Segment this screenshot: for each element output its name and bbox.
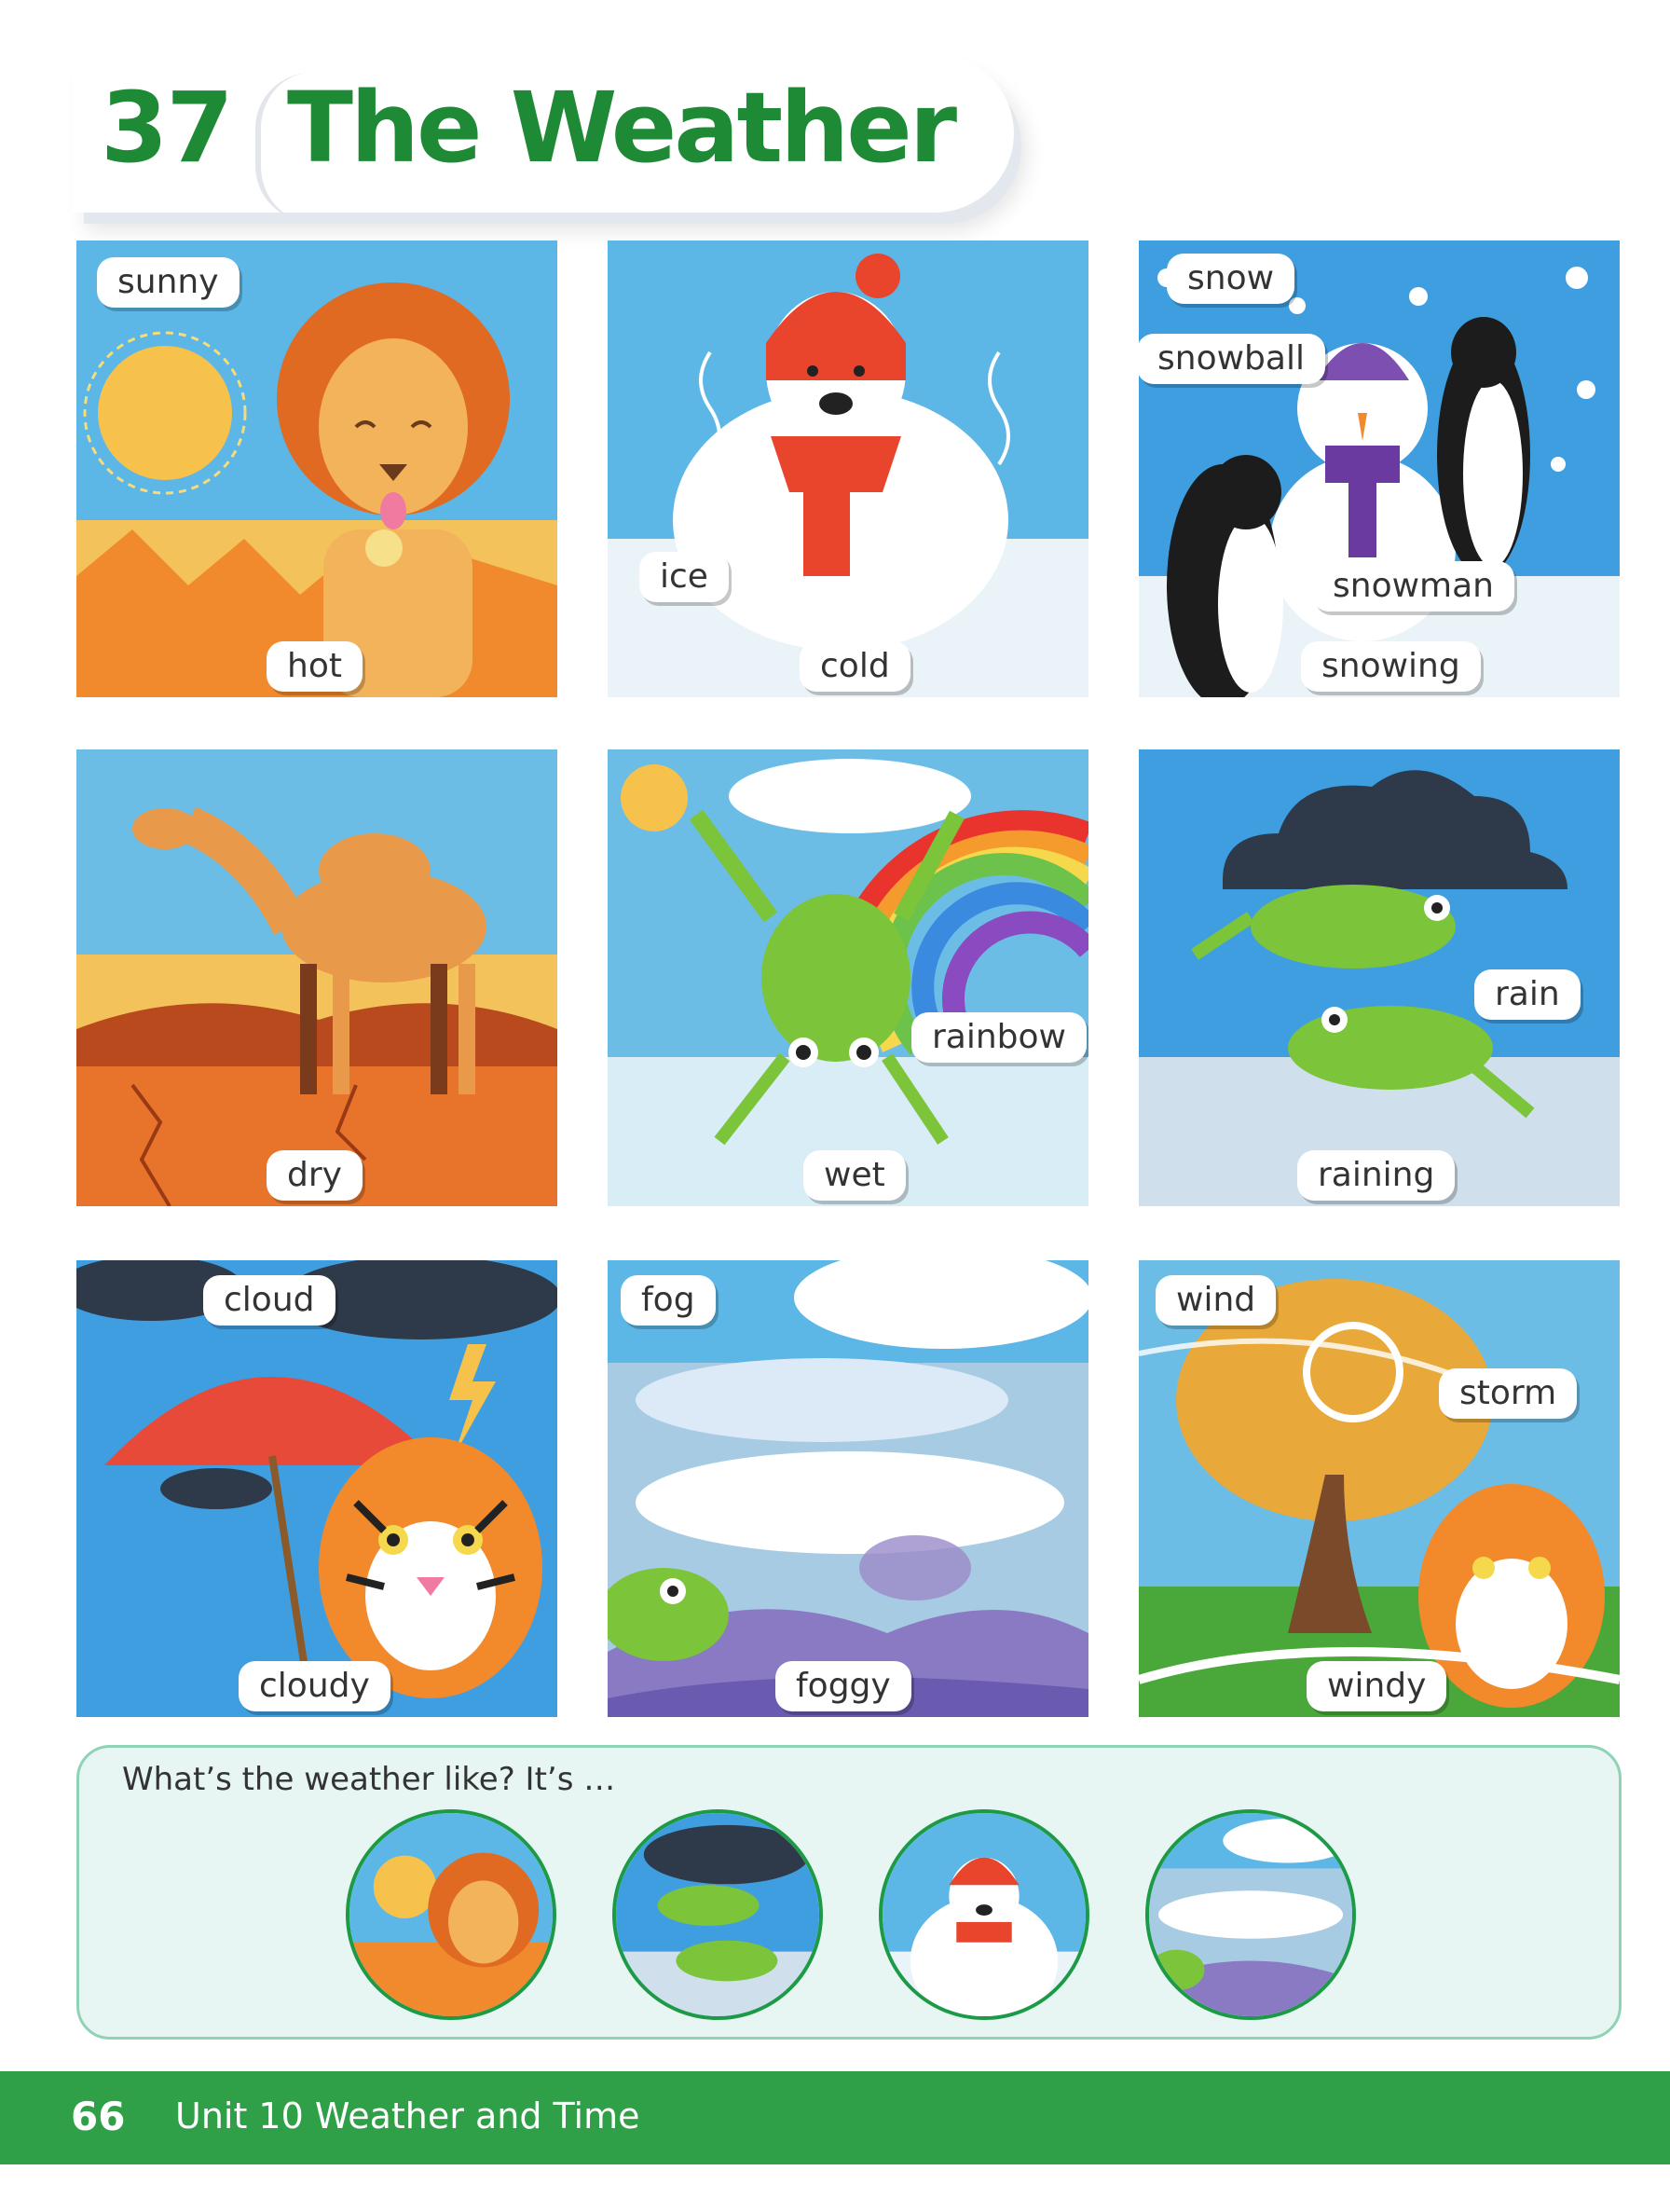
polar-bear-illustration <box>608 240 1088 697</box>
quiz-box: What’s the weather like? It’s … <box>76 1745 1622 2040</box>
label-snowman: snowman <box>1312 561 1514 611</box>
panel-ice-cold: ice cold <box>608 240 1088 697</box>
label-snowing: snowing <box>1301 641 1481 692</box>
label-snow: snow <box>1167 254 1295 304</box>
label-wet: wet <box>803 1150 906 1201</box>
label-windy: windy <box>1307 1661 1447 1711</box>
page-number: 66 <box>71 2094 126 2139</box>
label-raining: raining <box>1297 1150 1456 1201</box>
quiz-circle-cold <box>879 1809 1089 2020</box>
label-foggy: foggy <box>775 1661 911 1711</box>
quiz-circle-rain <box>612 1809 823 2020</box>
panel-dry: dry <box>76 749 557 1206</box>
frog-fog-thumbnail <box>1149 1813 1352 2016</box>
label-rain: rain <box>1474 969 1581 1020</box>
unit-title: Unit 10 Weather and Time <box>175 2095 640 2136</box>
frog-fog-illustration <box>608 1260 1088 1717</box>
panel-rain: rain raining <box>1139 749 1620 1206</box>
label-storm: storm <box>1439 1368 1578 1419</box>
panel-sunny-hot: sunny hot <box>76 240 557 697</box>
lesson-title: The Weather <box>287 71 957 185</box>
tiger-umbrella-illustration <box>76 1260 557 1717</box>
lion-illustration <box>76 240 557 697</box>
penguins-snowman-illustration <box>1139 240 1620 697</box>
quiz-circle-foggy <box>1145 1809 1356 2020</box>
polar-bear-thumbnail <box>883 1813 1086 2016</box>
label-cold: cold <box>800 641 910 692</box>
tiger-tree-wind-illustration <box>1139 1260 1620 1717</box>
lesson-title-banner: 37 The Weather <box>73 54 1014 222</box>
label-ice: ice <box>639 552 729 602</box>
panel-windy: wind storm windy <box>1139 1260 1620 1717</box>
panel-foggy: fog foggy <box>608 1260 1088 1717</box>
lesson-number: 37 <box>101 71 234 185</box>
label-wind: wind <box>1156 1275 1277 1326</box>
panel-rainbow-wet: rainbow wet <box>608 749 1088 1206</box>
lion-thumbnail <box>349 1813 553 2016</box>
quiz-circle-sunny <box>346 1809 556 2020</box>
camel-illustration <box>76 749 557 1206</box>
label-sunny: sunny <box>97 257 240 308</box>
panel-cloudy: cloud cloudy <box>76 1260 557 1717</box>
label-dry: dry <box>267 1150 363 1201</box>
label-hot: hot <box>267 641 363 692</box>
label-fog: fog <box>621 1275 716 1326</box>
label-cloud: cloud <box>203 1275 335 1326</box>
panel-snow: snow snowball snowman snowing <box>1139 240 1620 697</box>
frog-rainbow-illustration <box>608 749 1088 1206</box>
frogs-rain-thumbnail <box>616 1813 819 2016</box>
label-rainbow: rainbow <box>911 1012 1087 1063</box>
label-snowball: snowball <box>1139 334 1325 384</box>
page-footer: 66 Unit 10 Weather and Time <box>0 2071 1670 2164</box>
quiz-question: What’s the weather like? It’s … <box>122 1761 616 1798</box>
label-cloudy: cloudy <box>239 1661 390 1711</box>
